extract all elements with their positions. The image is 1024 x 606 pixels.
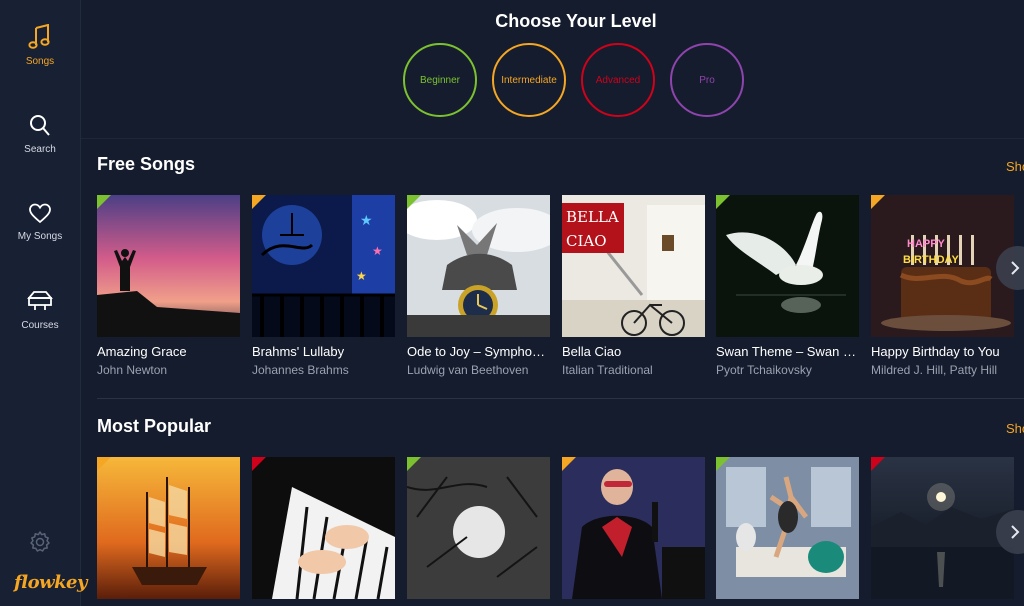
song-artist: Pyotr Tchaikovsky [716, 363, 812, 377]
level-badge [252, 457, 266, 471]
level-pro-button[interactable]: Pro [670, 43, 744, 117]
song-title: Brahms' Lullaby [252, 344, 345, 359]
svg-text:HAPPY: HAPPY [907, 238, 946, 250]
song-cover [407, 457, 550, 599]
sidebar-item-search[interactable]: Search [0, 114, 80, 155]
courses-icon [27, 291, 53, 310]
level-badge [562, 457, 576, 471]
chevron-right-icon [1011, 261, 1020, 275]
song-card[interactable] [716, 457, 859, 599]
song-artist: Johannes Brahms [252, 363, 349, 377]
level-badge [871, 457, 885, 471]
song-card[interactable] [407, 457, 550, 599]
sidebar-item-label: Courses [21, 320, 59, 331]
song-cover [407, 195, 550, 337]
page-title: Choose Your Level [495, 11, 657, 31]
level-intermediate-button[interactable]: Intermediate [492, 43, 566, 117]
sidebar: Songs Search My Songs Courses flowkey [0, 0, 87, 606]
song-cover [716, 457, 859, 599]
sidebar-item-songs[interactable]: Songs [0, 24, 80, 67]
search-icon [30, 115, 50, 136]
svg-text:★: ★ [372, 244, 383, 258]
level-badge [97, 457, 111, 471]
song-card[interactable] [871, 457, 1014, 599]
show-all-most-popular-link[interactable]: Show all [1006, 421, 1024, 436]
song-cover [252, 457, 395, 599]
song-card[interactable] [97, 457, 240, 599]
song-cover: ★ ★ ★ [252, 195, 395, 337]
song-cover [716, 195, 859, 337]
sidebar-item-label: Search [24, 144, 56, 155]
song-cover: HAPPY BIRTHDAY [871, 195, 1014, 337]
music-note-icon [28, 24, 50, 49]
heart-icon [29, 203, 51, 224]
level-band-divider [81, 138, 1024, 139]
svg-text:BIRTHDAY: BIRTHDAY [903, 254, 959, 266]
level-beginner-button[interactable]: Beginner [403, 43, 477, 117]
song-cover [97, 457, 240, 599]
show-all-free-songs-link[interactable]: Show all [1006, 159, 1024, 174]
song-artist: John Newton [97, 363, 168, 377]
level-badge [407, 195, 421, 209]
level-badge [716, 195, 730, 209]
song-title: Amazing Grace [97, 344, 187, 359]
song-artist: Italian Traditional [562, 363, 653, 377]
level-badge [716, 457, 730, 471]
gear-icon[interactable] [28, 530, 52, 554]
main-content: Choose Your Level Beginner Intermediate … [81, 0, 1024, 606]
section-divider [97, 398, 1024, 399]
song-card[interactable] [562, 457, 705, 599]
section-title-free-songs: Free Songs [97, 154, 196, 174]
sidebar-item-label: My Songs [17, 231, 63, 242]
song-cover [97, 195, 240, 337]
level-badge [97, 195, 111, 209]
song-artist: Mildred J. Hill, Patty Hill [871, 363, 998, 377]
level-advanced-button[interactable]: Advanced [581, 43, 655, 117]
level-badge [407, 457, 421, 471]
song-card[interactable] [252, 457, 395, 599]
song-title: Happy Birthday to You [871, 344, 1000, 359]
sidebar-item-my-songs[interactable]: My Songs [0, 203, 80, 242]
song-card[interactable]: Swan Theme – Swan Lake Pyotr Tchaikovsky [716, 195, 859, 377]
song-cover [562, 457, 705, 599]
song-cover: BELLA CIAO [562, 195, 705, 337]
song-card[interactable]: Ode to Joy – Symphony No. 9 Ludwig van B… [407, 195, 550, 377]
song-cover [871, 457, 1014, 599]
chevron-right-icon [1011, 525, 1020, 539]
cover-text: BELLA CIAO [566, 208, 619, 250]
song-title: Ode to Joy – Symphony No. 9 [407, 344, 550, 359]
song-title: Swan Theme – Swan Lake [716, 344, 859, 359]
song-card[interactable]: ★ ★ ★ Brahms' Lullaby Johannes Brahms [252, 195, 395, 377]
svg-text:★: ★ [356, 269, 367, 283]
song-artist: Ludwig van Beethoven [407, 363, 529, 377]
song-card[interactable]: BELLA CIAO Bella Ciao Italian Traditiona… [562, 195, 705, 377]
song-card[interactable]: HAPPY BIRTHDAY Happy Birthday to You Mil… [871, 195, 1014, 377]
level-badge [252, 195, 266, 209]
sidebar-item-courses[interactable]: Courses [0, 290, 80, 331]
song-card[interactable]: Amazing Grace John Newton [97, 195, 240, 377]
flowkey-logo[interactable]: flowkey [14, 572, 87, 593]
svg-text:★: ★ [360, 212, 373, 228]
level-badge [871, 195, 885, 209]
section-title-most-popular: Most Popular [97, 416, 212, 436]
song-title: Bella Ciao [562, 344, 622, 359]
sidebar-item-label: Songs [25, 56, 55, 67]
